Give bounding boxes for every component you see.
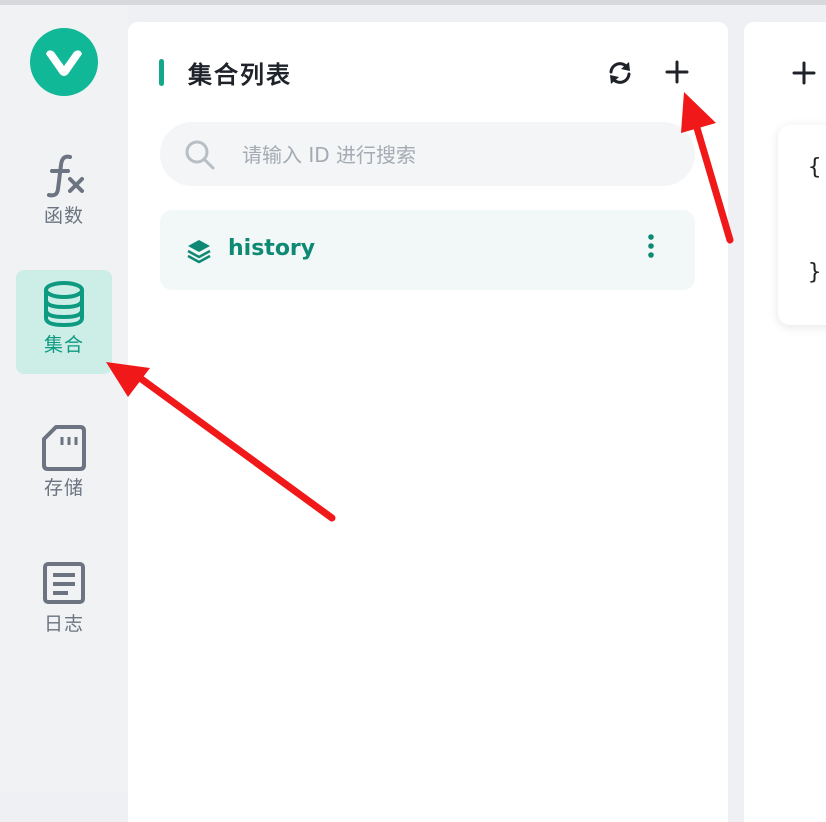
sidebar-item-logs[interactable]: 日志: [16, 549, 112, 653]
sidebar-item-label: 函数: [43, 205, 84, 227]
code-open-brace: {: [808, 155, 822, 180]
database-icon: [44, 281, 84, 328]
sidebar-item-functions[interactable]: 函数: [16, 141, 112, 245]
add-document-button[interactable]: [790, 59, 818, 87]
code-close-brace: }: [808, 260, 822, 285]
collection-list-panel: 集合列表 history: [128, 22, 728, 822]
sidebar-item-label: 日志: [43, 613, 84, 635]
collection-name: history: [228, 236, 316, 261]
sidebar-item-collections[interactable]: 集合: [16, 270, 112, 374]
sidebar-item-label: 存储: [43, 477, 84, 499]
logo-icon: [46, 50, 82, 76]
add-collection-button[interactable]: [663, 58, 691, 86]
log-document-icon: [43, 562, 85, 604]
function-icon: [47, 154, 84, 198]
search-icon: [185, 140, 215, 170]
list-item[interactable]: history: [160, 210, 695, 290]
icon-sidebar: 函数 集合 存储 日志: [0, 5, 128, 792]
app-logo[interactable]: [30, 28, 98, 96]
search-input[interactable]: [240, 136, 664, 174]
layers-icon: [187, 240, 211, 264]
more-vertical-icon[interactable]: [644, 232, 658, 262]
refresh-icon[interactable]: [606, 59, 634, 87]
sidebar-item-storage[interactable]: 存储: [16, 413, 112, 517]
page-title: 集合列表: [188, 61, 292, 89]
document-editor-panel: { }: [744, 22, 826, 822]
app-root: 函数 集合 存储 日志 集合列表 请输入 ID 进行搜索 history {}: [0, 5, 826, 822]
document-card[interactable]: { }: [778, 125, 826, 325]
sd-card-icon: [42, 425, 86, 471]
sidebar-item-label: 集合: [43, 334, 84, 356]
search-box[interactable]: [160, 122, 695, 186]
title-accent-bar: [159, 59, 164, 86]
